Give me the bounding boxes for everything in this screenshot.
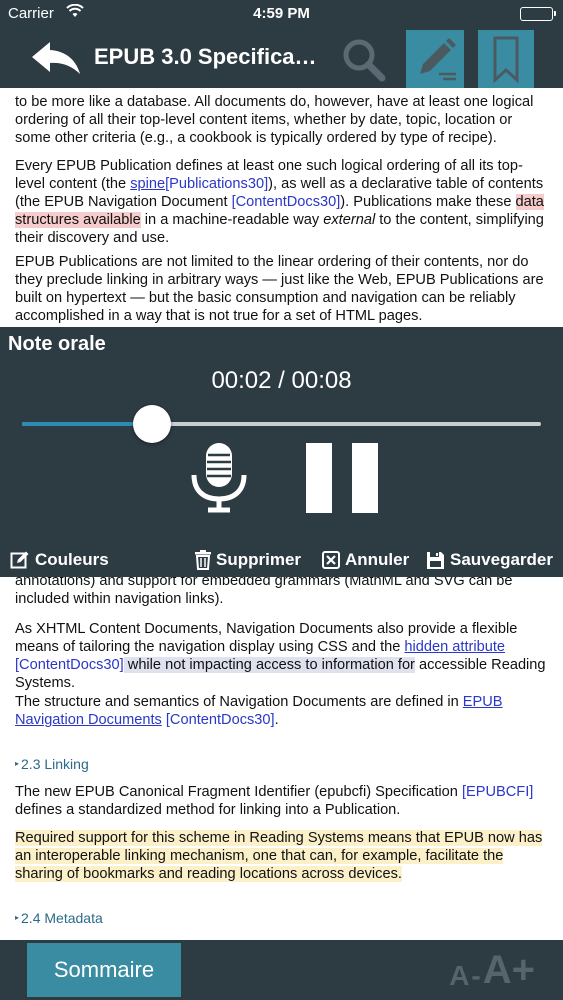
status-bar: Carrier 4:59 PM — [0, 0, 563, 28]
back-arrow-icon — [32, 42, 80, 74]
font-size-control: A-A+ — [449, 948, 535, 992]
increase-font-button[interactable]: A+ — [483, 948, 535, 992]
contentdocs30-ref[interactable]: [ContentDocs30] — [15, 657, 124, 673]
playback-time: 00:02 / 00:08 — [211, 367, 352, 394]
bookmark-button[interactable] — [478, 30, 534, 88]
edit-note-button[interactable] — [406, 30, 464, 88]
highlight-gray[interactable]: while not impacting access to informatio… — [123, 657, 415, 673]
summary-button[interactable]: Sommaire — [27, 943, 181, 997]
record-button[interactable] — [190, 443, 248, 513]
trash-icon — [195, 550, 211, 570]
paragraph-epubcfi: The new EPUB Canonical Fragment Identifi… — [15, 784, 534, 818]
note-actions: Couleurs Supprimer Annuler Sauvegarder — [0, 547, 563, 573]
section-metadata[interactable]: ▸ 2.4 Metadata — [15, 910, 103, 926]
edit-note-icon — [420, 38, 456, 81]
note-title: Note orale — [8, 333, 106, 355]
paragraph-logical-ordering: Every EPUB Publication defines at least … — [15, 158, 544, 246]
font-size-separator: - — [471, 960, 481, 991]
paragraph-xhtml-navigation: As XHTML Content Documents, Navigation D… — [15, 621, 546, 691]
audio-note-panel: Note orale 00:02 / 00:08 Couleurs Suppri… — [0, 327, 563, 577]
floppy-disk-icon — [427, 551, 444, 569]
slider-thumb[interactable] — [132, 405, 171, 443]
contentdocs30-ref[interactable]: [ContentDocs30] — [232, 194, 341, 210]
playback-slider[interactable] — [22, 405, 541, 443]
disclosure-icon: ▸ — [15, 759, 20, 768]
edit-icon — [10, 551, 29, 569]
pause-button[interactable] — [306, 443, 378, 513]
search-icon — [343, 39, 386, 82]
publications30-ref[interactable]: [Publications30] — [165, 176, 268, 192]
status-time: 4:59 PM — [253, 5, 310, 22]
microphone-icon — [191, 443, 247, 513]
battery-icon — [520, 7, 556, 21]
colors-button[interactable]: Couleurs — [10, 547, 109, 573]
back-button[interactable] — [30, 38, 82, 78]
close-box-icon — [322, 551, 340, 569]
nav-bar: EPUB 3.0 Specifica… — [0, 28, 563, 88]
cancel-button[interactable]: Annuler — [322, 547, 409, 573]
spine-link[interactable]: spine — [130, 176, 165, 192]
disclosure-icon: ▸ — [15, 913, 20, 922]
save-button[interactable]: Sauvegarder — [426, 547, 553, 573]
bookmark-icon — [493, 36, 519, 84]
paragraph-structure: The structure and semantics of Navigatio… — [15, 694, 503, 728]
bottom-toolbar: Sommaire A-A+ — [0, 940, 563, 1000]
highlight-yellow[interactable]: Required support for this scheme in Read… — [15, 830, 543, 882]
paragraph-hypertext: EPUB Publications are not limited to the… — [15, 254, 544, 324]
hidden-attribute-link[interactable]: hidden attribute — [404, 639, 505, 655]
book-title: EPUB 3.0 Specifica… — [94, 44, 317, 69]
contentdocs30-ref[interactable]: [ContentDocs30] — [162, 712, 275, 728]
decrease-font-button[interactable]: A — [449, 960, 469, 991]
paragraph-ordering: to be more like a database. All document… — [15, 94, 534, 146]
search-button[interactable] — [340, 36, 388, 82]
epubcfi-ref[interactable]: [EPUBCFI] — [462, 784, 533, 800]
paragraph-navigation-links: annotations) and support for embedded gr… — [15, 573, 513, 607]
section-linking[interactable]: ▸ 2.3 Linking — [15, 756, 89, 772]
paragraph-linking-support: Required support for this scheme in Read… — [15, 829, 550, 883]
delete-button[interactable]: Supprimer — [195, 547, 301, 573]
